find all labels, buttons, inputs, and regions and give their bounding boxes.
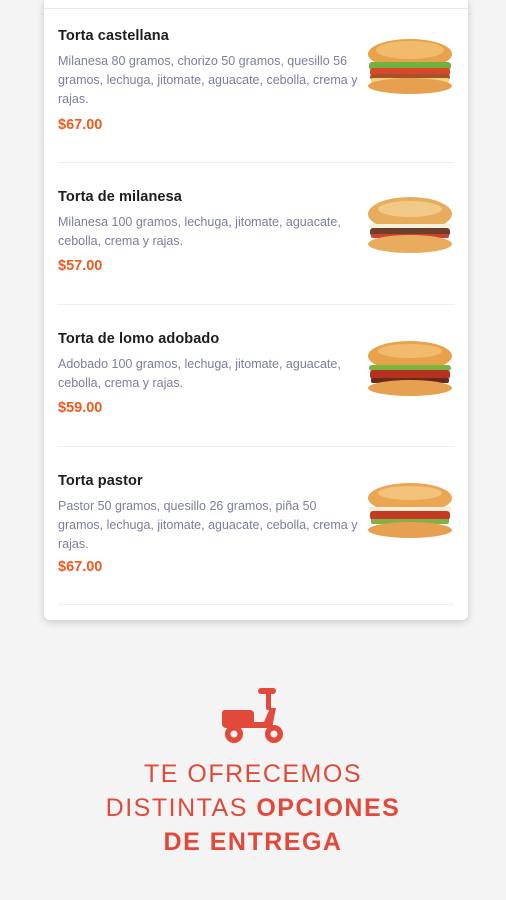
menu-item[interactable]: Torta castellana Milanesa 80 gramos, cho… <box>58 0 454 163</box>
item-price: $57.00 <box>58 258 103 274</box>
item-description: Milanesa 80 gramos, chorizo 50 gramos, q… <box>58 54 358 106</box>
promo-text-bold: DE ENTREGA <box>163 828 343 856</box>
menu-card: Torta castellana Milanesa 80 gramos, cho… <box>44 0 468 620</box>
promo-line-2: DISTINTAS OPCIONES <box>0 791 506 825</box>
promo-line-3: DE ENTREGA <box>0 825 506 859</box>
scooter-icon <box>221 688 283 743</box>
sandwich-image <box>368 483 452 538</box>
sandwich-image <box>368 341 452 396</box>
item-price: $67.00 <box>58 117 103 133</box>
item-name: Torta pastor <box>58 473 143 489</box>
item-name: Torta de milanesa <box>58 189 182 205</box>
item-description: Adobado 100 gramos, lechuga, jitomate, a… <box>58 357 341 390</box>
menu-item[interactable]: Torta pastor Pastor 50 gramos, quesillo … <box>58 446 454 605</box>
sandwich-image <box>368 197 452 253</box>
item-description: Pastor 50 gramos, quesillo 26 gramos, pi… <box>58 499 358 551</box>
item-description: Milanesa 100 gramos, lechuga, jitomate, … <box>58 215 341 248</box>
promo-text-bold: OPCIONES <box>256 794 401 822</box>
menu-item[interactable]: Torta de milanesa Milanesa 100 gramos, l… <box>58 162 454 305</box>
item-price: $67.00 <box>58 559 103 575</box>
menu-item[interactable]: Torta de lomo adobado Adobado 100 gramos… <box>58 304 454 447</box>
item-name: Torta castellana <box>58 28 169 44</box>
promo-text: TE OFRECEMOS <box>143 760 362 788</box>
item-price: $59.00 <box>58 400 103 416</box>
promo-line-1: TE OFRECEMOS <box>0 757 506 791</box>
promo-text: DISTINTAS <box>105 794 248 822</box>
sandwich-image <box>368 39 452 94</box>
item-name: Torta de lomo adobado <box>58 331 220 347</box>
